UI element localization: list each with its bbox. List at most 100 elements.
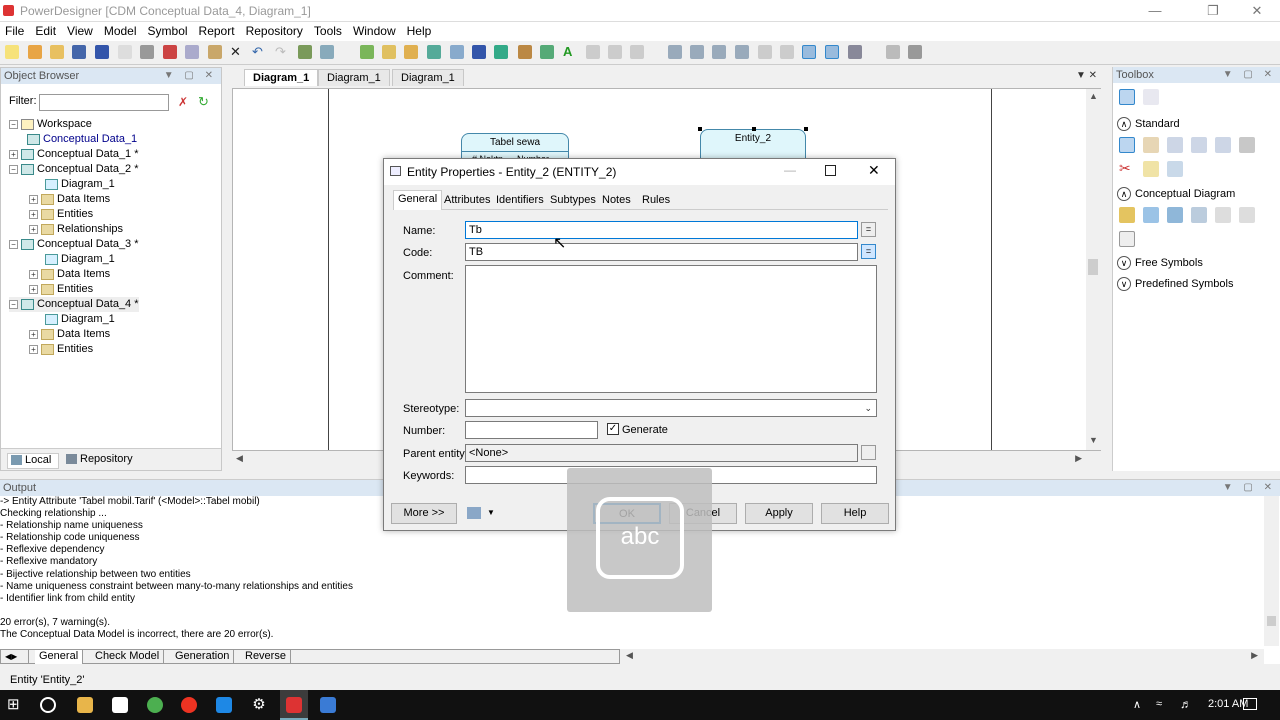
save-icon[interactable] (72, 45, 86, 59)
generate-checkbox[interactable]: ✓ (607, 423, 619, 435)
package-icon[interactable] (382, 45, 396, 59)
grabber-tool-icon[interactable] (1143, 137, 1159, 153)
selection-handle[interactable] (752, 127, 756, 131)
tree-item-folder[interactable]: + Entities (29, 342, 93, 357)
tab-notes[interactable]: Notes (598, 192, 635, 209)
tab-reverse[interactable]: Reverse (241, 650, 291, 664)
selection-handle[interactable] (804, 127, 808, 131)
association-link-tool-icon[interactable] (1239, 207, 1255, 223)
help-button[interactable]: Help (821, 503, 889, 524)
align-top-icon[interactable] (668, 45, 682, 59)
cut-icon[interactable] (163, 45, 177, 59)
folder-icon[interactable] (404, 45, 418, 59)
powerdesigner-task-icon[interactable] (280, 690, 308, 720)
new-icon[interactable] (5, 45, 19, 59)
apply-button[interactable]: Apply (745, 503, 813, 524)
format-icon[interactable] (586, 45, 600, 59)
tab-check-model[interactable]: Check Model (91, 650, 165, 664)
menu-help[interactable]: Help (402, 22, 437, 40)
tree-item-folder[interactable]: + Data Items (29, 327, 110, 342)
dialog-minimize-icon[interactable]: — (784, 163, 796, 177)
dialog-close-icon[interactable]: ✕ (868, 162, 880, 179)
delete-tool-icon[interactable]: ✂ (1119, 161, 1135, 177)
canvas-vertical-scrollbar[interactable]: ▲ ▼ (1086, 89, 1101, 450)
menu-symbol[interactable]: Symbol (143, 22, 193, 40)
toolbox-section-free-symbols[interactable]: ∨ Free Symbols (1117, 254, 1277, 272)
number-input[interactable] (465, 421, 598, 439)
properties-icon[interactable] (450, 45, 464, 59)
clear-filter-icon[interactable]: ✗ (178, 96, 188, 108)
output-vertical-scrollbar[interactable] (1264, 496, 1279, 646)
menu-window[interactable]: Window (348, 22, 401, 40)
panel-controls-icon[interactable]: ▼ ▢ ✕ (1223, 480, 1276, 496)
selection-handle[interactable] (698, 127, 702, 131)
volume-icon[interactable]: ♬ (1180, 697, 1192, 711)
link-tool-icon[interactable] (1167, 161, 1183, 177)
entity-tool-icon[interactable] (1143, 207, 1159, 223)
properties-tool-icon[interactable] (1239, 137, 1255, 153)
zoom-out-icon[interactable] (1191, 137, 1207, 153)
menu-model[interactable]: Model (99, 22, 142, 40)
name-equals-button[interactable]: = (861, 222, 876, 237)
tree-item-folder[interactable]: + Relationships (29, 222, 123, 237)
print-icon[interactable] (140, 45, 154, 59)
output-horizontal-scrollbar[interactable]: ◀ ▶ (620, 649, 1264, 664)
minimize-button[interactable]: — (1140, 2, 1170, 20)
tree-item-folder[interactable]: + Data Items (29, 267, 110, 282)
menu-tools[interactable]: Tools (309, 22, 347, 40)
open-folder-icon[interactable] (50, 45, 64, 59)
tree-item-folder[interactable]: + Entities (29, 207, 93, 222)
tab-diagram-1[interactable]: Diagram_1 (244, 69, 319, 86)
dialog-maximize-icon[interactable] (825, 165, 836, 176)
arrow-icon[interactable] (540, 45, 554, 59)
align-center-icon[interactable] (758, 45, 772, 59)
notification-icon[interactable] (1243, 698, 1257, 710)
file-tool-icon[interactable] (1119, 231, 1135, 247)
comment-textarea[interactable] (465, 265, 877, 393)
printer-icon[interactable] (908, 45, 922, 59)
delete-icon[interactable]: ✕ (230, 45, 244, 59)
copy-icon[interactable] (185, 45, 199, 59)
tab-identifiers[interactable]: Identifiers (492, 192, 548, 209)
wifi-icon[interactable]: ≈ (1156, 698, 1162, 710)
toolbox-section-standard[interactable]: ∧ Standard (1117, 115, 1277, 133)
align-left-icon[interactable] (735, 45, 749, 59)
panel-controls-icon[interactable]: ▼ ▢ ✕ (164, 68, 217, 84)
tool-icon[interactable] (298, 45, 312, 59)
text-icon[interactable] (494, 45, 508, 59)
export-icon[interactable] (886, 45, 900, 59)
display-icon[interactable] (848, 45, 862, 59)
settings-icon[interactable]: ⚙ (251, 697, 267, 713)
toolbox-section-predefined-symbols[interactable]: ∨ Predefined Symbols (1117, 275, 1277, 293)
tab-general-output[interactable]: General (35, 650, 84, 664)
tree-item-model[interactable]: Conceptual Data_1 (27, 132, 137, 147)
redo-icon[interactable]: ↷ (275, 45, 289, 59)
inheritance-tool-icon[interactable] (1215, 207, 1231, 223)
check-icon[interactable] (320, 45, 334, 59)
tab-diagram-2[interactable]: Diagram_1 (318, 69, 390, 86)
tree-item-workspace[interactable]: − Workspace (9, 117, 92, 132)
name-input[interactable]: Tb (465, 221, 858, 239)
tree-item-model[interactable]: − Conceptual Data_4 * (9, 297, 139, 312)
align-middle-icon[interactable] (690, 45, 704, 59)
menu-file[interactable]: File (0, 22, 29, 40)
file-explorer-icon[interactable] (77, 697, 93, 713)
zoom-in-icon[interactable] (1167, 137, 1183, 153)
grid-icon[interactable] (802, 45, 816, 59)
tree-item-folder[interactable]: + Entities (29, 282, 93, 297)
align-right-icon[interactable] (780, 45, 794, 59)
tree-item-diagram[interactable]: Diagram_1 (45, 312, 115, 327)
tab-rules[interactable]: Rules (638, 192, 674, 209)
fill-icon[interactable] (630, 45, 644, 59)
menu-repository[interactable]: Repository (241, 22, 308, 40)
code-input[interactable]: TB (465, 243, 858, 261)
search-icon[interactable] (40, 697, 56, 713)
toolbox-section-conceptual-diagram[interactable]: ∧ Conceptual Diagram (1117, 185, 1277, 203)
package-tool-icon[interactable] (1119, 207, 1135, 223)
refresh-filter-icon[interactable]: ↻ (198, 95, 209, 108)
opera-icon[interactable] (181, 697, 197, 713)
tab-controls-icon[interactable]: ▼ ✕ (1076, 70, 1097, 81)
panel-controls-icon[interactable]: ▼ ▢ ✕ (1223, 67, 1276, 83)
open-diagram-icon[interactable] (1215, 137, 1231, 153)
more-button[interactable]: More >> (391, 503, 457, 524)
